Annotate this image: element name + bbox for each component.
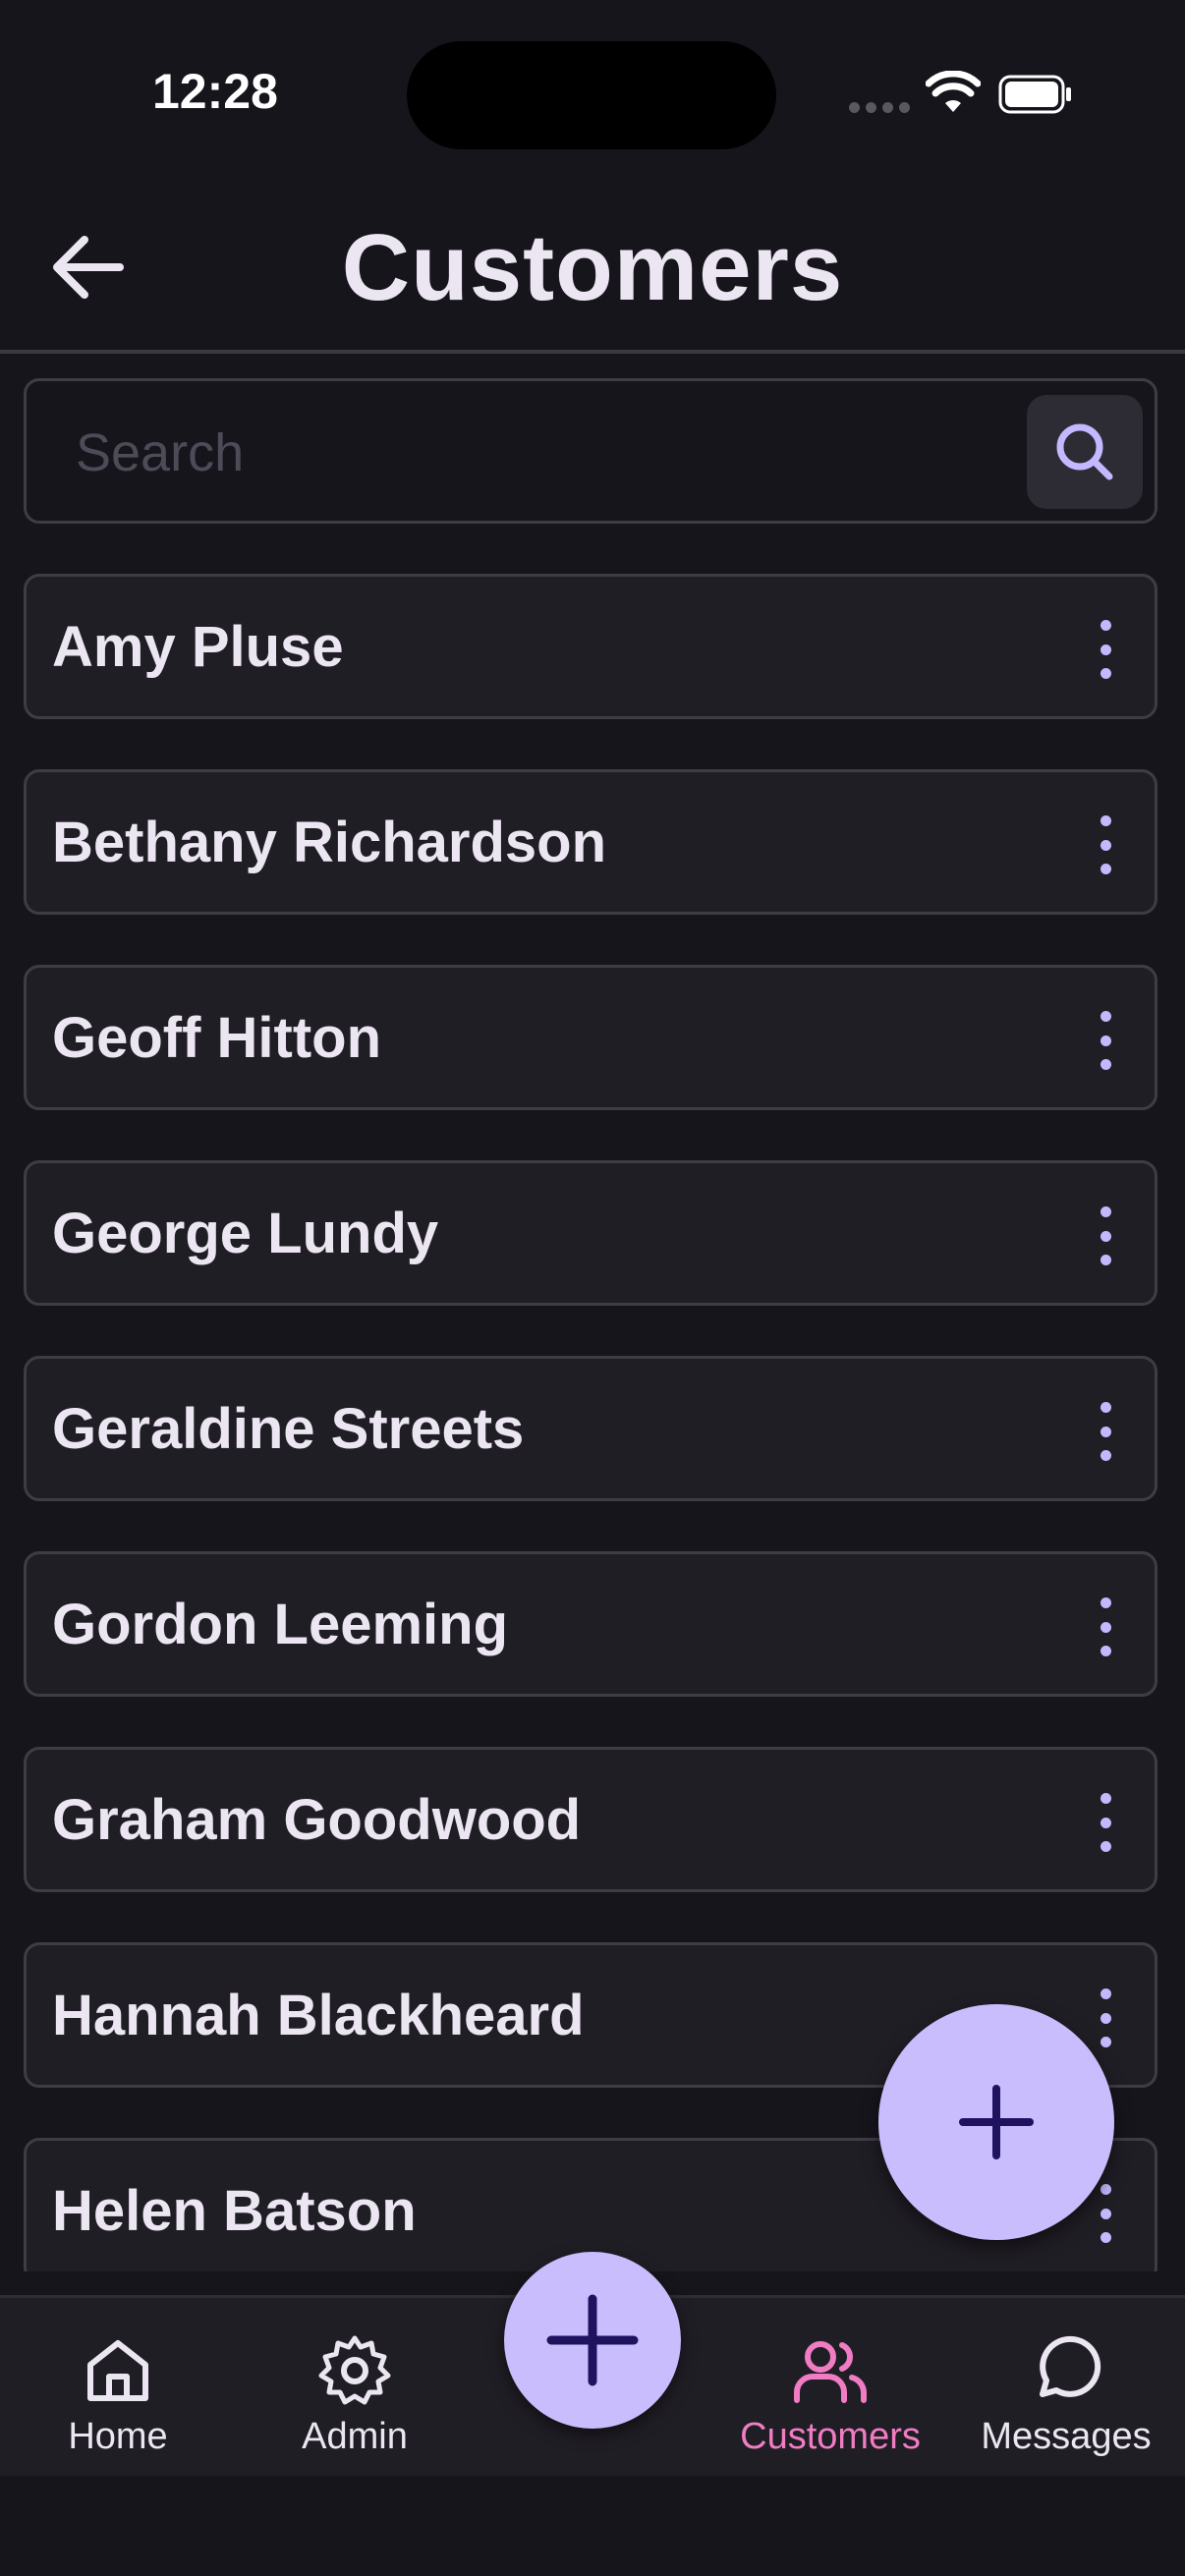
customer-name: George Lundy xyxy=(52,1202,439,1265)
plus-icon xyxy=(959,2085,1034,2159)
more-options-icon[interactable] xyxy=(1096,1793,1115,1852)
customer-name: Amy Pluse xyxy=(52,615,344,679)
customer-row[interactable]: George Lundy xyxy=(24,1160,1157,1306)
search-button[interactable] xyxy=(1027,395,1143,509)
more-options-icon[interactable] xyxy=(1096,1206,1115,1265)
nav-item-customers[interactable]: Customers xyxy=(722,2333,938,2458)
customer-name: Geraldine Streets xyxy=(52,1397,525,1461)
search-input[interactable] xyxy=(74,411,1021,495)
nav-label-customers: Customers xyxy=(740,2416,921,2457)
customer-name: Helen Batson xyxy=(52,2179,417,2243)
more-options-icon[interactable] xyxy=(1096,2184,1115,2243)
home-icon xyxy=(87,2340,148,2401)
nav-label-admin: Admin xyxy=(302,2416,408,2457)
more-options-icon[interactable] xyxy=(1096,1011,1115,1070)
gear-icon xyxy=(318,2335,391,2405)
more-options-icon[interactable] xyxy=(1096,1988,1115,2047)
center-add-button[interactable] xyxy=(504,2252,681,2429)
nav-item-admin[interactable]: Admin xyxy=(247,2333,463,2458)
add-customer-fab[interactable] xyxy=(878,2004,1114,2240)
customer-name: Hannah Blackheard xyxy=(52,1984,585,2047)
more-options-icon[interactable] xyxy=(1096,815,1115,874)
nav-item-home[interactable]: Home xyxy=(10,2333,226,2458)
nav-label-messages: Messages xyxy=(981,2416,1152,2457)
customer-row[interactable]: Gordon Leeming xyxy=(24,1551,1157,1697)
customer-row[interactable]: Bethany Richardson xyxy=(24,769,1157,915)
nav-item-messages[interactable]: Messages xyxy=(958,2333,1174,2458)
more-options-icon[interactable] xyxy=(1096,1597,1115,1656)
plus-icon xyxy=(546,2294,639,2386)
more-options-icon[interactable] xyxy=(1096,1402,1115,1461)
nav-label-home: Home xyxy=(68,2416,168,2457)
search-icon xyxy=(1056,423,1113,480)
customer-row[interactable]: Geraldine Streets xyxy=(24,1356,1157,1501)
customer-name: Gordon Leeming xyxy=(52,1593,508,1656)
customer-name: Bethany Richardson xyxy=(52,811,606,874)
customer-list[interactable]: Amy Pluse Bethany Richardson Geoff Hitto… xyxy=(0,0,1185,2271)
message-icon xyxy=(1040,2335,1101,2397)
customer-row[interactable]: Geoff Hitton xyxy=(24,965,1157,1110)
users-icon xyxy=(794,2341,867,2403)
more-options-icon[interactable] xyxy=(1096,620,1115,679)
search-bar xyxy=(24,378,1157,524)
customer-row[interactable]: Amy Pluse xyxy=(24,574,1157,719)
customer-name: Geoff Hitton xyxy=(52,1006,382,1070)
customer-row[interactable]: Graham Goodwood xyxy=(24,1747,1157,1892)
home-indicator-area xyxy=(0,2476,1185,2576)
customer-name: Graham Goodwood xyxy=(52,1788,582,1852)
